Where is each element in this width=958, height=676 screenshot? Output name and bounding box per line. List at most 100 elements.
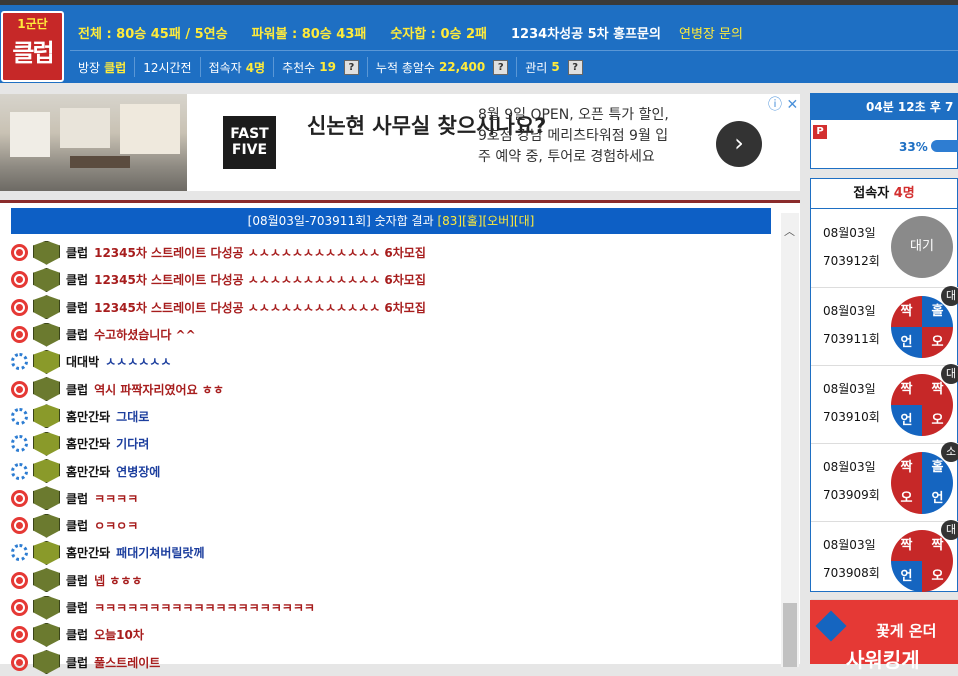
bottom-ad[interactable]: 꽃게 온더 사워킹게 bbox=[810, 600, 958, 672]
chat-nick[interactable]: 클럽 bbox=[66, 326, 88, 343]
chat-message: 역시 파짝자리였어요 ㅎㅎ bbox=[94, 382, 224, 397]
ad-banner[interactable]: FAST FIVE 신논현 사무실 찾으시나요? 8월 9일 OPEN, 오픈 … bbox=[0, 94, 800, 191]
chat-nick[interactable]: 클럽 bbox=[66, 599, 88, 616]
powerball-flag: P bbox=[813, 125, 827, 139]
club-logo[interactable]: 1군단 클럽 bbox=[1, 11, 64, 82]
quad-br: 언 bbox=[922, 483, 953, 514]
chat-nick[interactable]: 홈만간돠 bbox=[66, 435, 110, 452]
header-divider bbox=[70, 50, 958, 51]
host-info: 방장 클럽 bbox=[70, 57, 136, 77]
chat-nick[interactable]: 홈만간돠 bbox=[66, 544, 110, 561]
round-date: 08월03일 bbox=[823, 226, 876, 240]
red-ring-icon bbox=[11, 489, 28, 507]
progress-percent: 33% bbox=[899, 140, 928, 154]
wait-indicator: 대기 bbox=[891, 216, 953, 278]
chat-scrollbar[interactable]: ︿ bbox=[781, 213, 799, 667]
bottom-ad-text2: 사워킹게 bbox=[846, 648, 920, 672]
chat-message: 연병장에 bbox=[116, 464, 161, 479]
chat-line: 홈만간돠 패대기쳐버릴랏께 bbox=[11, 539, 776, 566]
manage-help-button[interactable]: ? bbox=[567, 59, 583, 75]
rank-badge-icon bbox=[33, 295, 60, 320]
logo-line2: 클럽 bbox=[12, 39, 54, 67]
total-help-button[interactable]: ? bbox=[493, 59, 509, 75]
round-entry[interactable]: 08월03일 703912회 대기 bbox=[811, 210, 958, 288]
chat-nick[interactable]: 클럽 bbox=[66, 517, 88, 534]
chat-nick[interactable]: 대대박 bbox=[66, 353, 99, 370]
chat-nick[interactable]: 클럽 bbox=[66, 572, 88, 589]
quad-tl: 짝 bbox=[891, 374, 922, 405]
chat-nick[interactable]: 홈만간돠 bbox=[66, 408, 110, 425]
red-ring-icon bbox=[11, 326, 28, 344]
chat-nick[interactable]: 클럽 bbox=[66, 626, 88, 643]
round-entry[interactable]: 08월03일 703911회 짝 홀 언 오 대 bbox=[811, 286, 958, 366]
rank-badge-icon bbox=[33, 322, 60, 347]
scroll-thumb[interactable] bbox=[783, 603, 797, 667]
red-ring-icon bbox=[11, 517, 28, 535]
stat-total: 전체 : 80승 45패 / 5연승 bbox=[78, 26, 228, 42]
ad-office-image bbox=[0, 94, 187, 191]
rank-badge-icon bbox=[33, 459, 60, 484]
chat-message: 그대로 bbox=[116, 409, 150, 424]
chat-nick[interactable]: 클럽 bbox=[66, 271, 88, 288]
chat-nick[interactable]: 홈만간돠 bbox=[66, 463, 110, 480]
blue-ring-icon bbox=[11, 407, 28, 425]
inquiry-link[interactable]: 연병장 문의 bbox=[679, 23, 743, 42]
round-date: 08월03일 bbox=[823, 460, 876, 474]
round-entry[interactable]: 08월03일 703908회 짝 짝 언 오 대 bbox=[811, 520, 958, 600]
chat-line: 클럽 수고하셨습니다 ^^ bbox=[11, 321, 776, 348]
rank-badge-icon bbox=[33, 622, 60, 647]
chat-line: 클럽 ㅋㅋㅋㅋ bbox=[11, 485, 776, 512]
domino-logo-icon bbox=[815, 610, 847, 642]
timer-panel: 04분 12초 후 7 P 33% bbox=[810, 93, 958, 169]
chat-message: 12345차 스트레이트 다성공 ㅅㅅㅅㅅㅅㅅㅅㅅㅅㅅㅅㅅ 6차모집 bbox=[94, 273, 426, 288]
red-ring-icon bbox=[11, 599, 28, 616]
scroll-up-icon[interactable]: ︿ bbox=[784, 223, 795, 239]
red-ring-icon bbox=[11, 653, 28, 671]
round-entry[interactable]: 08월03일 703909회 짝 홀 오 언 소 bbox=[811, 442, 958, 522]
ad-close-icon[interactable]: ⓘ ✕ bbox=[768, 94, 798, 114]
users-label: 접속자 bbox=[208, 60, 242, 75]
connected-title: 접속자 4명 bbox=[811, 179, 957, 209]
chat-line: 홈만간돠 연병장에 bbox=[11, 457, 776, 484]
chat-line: 클럽 넵 ㅎㅎㅎ bbox=[11, 567, 776, 594]
ad-arrow-button[interactable]: › bbox=[716, 121, 762, 167]
stat-powerball: 파워볼 : 80승 43패 bbox=[251, 26, 367, 42]
chat-message: ㅇㅋㅇㅋ bbox=[94, 519, 139, 534]
chat-list: 클럽 12345차 스트레이트 다성공 ㅅㅅㅅㅅㅅㅅㅅㅅㅅㅅㅅㅅ 6차모집 클럽 12… bbox=[11, 239, 776, 676]
rank-badge-icon bbox=[33, 513, 60, 538]
result-bar: [08월03일-703911회] 숫자합 결과 [83][홀][오버][대] bbox=[11, 208, 771, 234]
red-ring-icon bbox=[11, 271, 28, 289]
round-date: 08월03일 bbox=[823, 382, 876, 396]
blue-ring-icon bbox=[11, 435, 28, 453]
rank-badge-icon bbox=[33, 486, 60, 511]
chat-nick[interactable]: 클럽 bbox=[66, 299, 88, 316]
round-number: 703908회 bbox=[823, 566, 880, 580]
connected-count: 4명 bbox=[893, 186, 915, 201]
quad-bl: 언 bbox=[891, 327, 922, 358]
quad-tl: 짝 bbox=[891, 530, 922, 561]
round-number: 703911회 bbox=[823, 332, 880, 346]
round-date: 08월03일 bbox=[823, 304, 876, 318]
quad-bl: 언 bbox=[891, 405, 922, 436]
recommend-help-button[interactable]: ? bbox=[343, 59, 359, 75]
chat-message: 오늘10차 bbox=[94, 628, 144, 643]
rank-badge-icon bbox=[33, 595, 60, 620]
total-value: 22,400 bbox=[438, 60, 486, 74]
manage-label: 관리 bbox=[525, 60, 548, 75]
site-header: 1군단 클럽 전체 : 80승 45패 / 5연승 파워볼 : 80승 43패 … bbox=[0, 5, 958, 83]
chat-nick[interactable]: 클럽 bbox=[66, 244, 88, 261]
red-ring-icon bbox=[11, 571, 28, 589]
quad-bl: 언 bbox=[891, 561, 922, 592]
chat-line: 클럽 ㅇㅋㅇㅋ bbox=[11, 512, 776, 539]
chat-nick[interactable]: 클럽 bbox=[66, 490, 88, 507]
chat-nick[interactable]: 클럽 bbox=[66, 381, 88, 398]
chat-message: 12345차 스트레이트 다성공 ㅅㅅㅅㅅㅅㅅㅅㅅㅅㅅㅅㅅ 6차모집 bbox=[94, 246, 426, 261]
size-tag: 대 bbox=[941, 364, 958, 384]
round-entry[interactable]: 08월03일 703910회 짝 짝 언 오 대 bbox=[811, 364, 958, 444]
chat-line: 클럽 풀스트레이트 bbox=[11, 648, 776, 675]
info-row: 방장 클럽 12시간전 접속자 4명 추천수 19? 누적 총알수 22,400? 관리… bbox=[70, 55, 591, 79]
chat-nick[interactable]: 클럽 bbox=[66, 654, 88, 671]
chat-line: 대대박 ㅅㅅㅅㅅㅅㅅ bbox=[11, 348, 776, 375]
quad-bl: 오 bbox=[891, 483, 922, 514]
promo-link[interactable]: 1234차성공 5차 홍프문의 bbox=[511, 23, 661, 42]
